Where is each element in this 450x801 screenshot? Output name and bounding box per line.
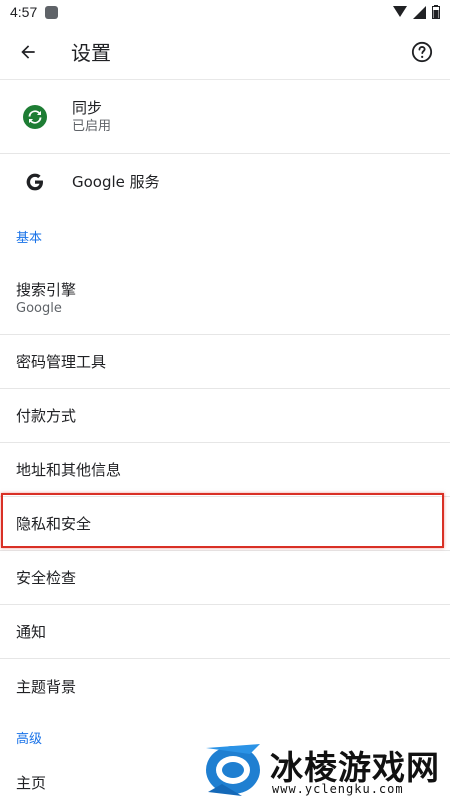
wifi-icon (413, 5, 426, 19)
help-button[interactable] (402, 32, 442, 72)
addresses-texts: 地址和其他信息 (16, 460, 121, 480)
app-bar: 设置 (0, 24, 450, 80)
google-icon-wrap (22, 169, 48, 195)
google-services-texts: Google 服务 (72, 172, 160, 192)
sync-icon (23, 105, 47, 129)
search-engine-texts: 搜索引擎 Google (16, 280, 76, 318)
sync-icon-wrap (22, 104, 48, 130)
notifications-texts: 通知 (16, 622, 46, 642)
addresses-row[interactable]: 地址和其他信息 (0, 444, 450, 497)
payment-label: 付款方式 (16, 407, 77, 425)
theme-texts: 主题背景 (16, 677, 76, 697)
section-header-advanced: 高级 (16, 732, 43, 747)
safety-check-label: 安全检查 (16, 569, 77, 587)
help-icon (411, 41, 433, 62)
notification-icon (45, 5, 59, 19)
google-icon (26, 173, 43, 191)
payment-row[interactable]: 付款方式 (0, 390, 450, 443)
section-header-basic: 基本 (16, 231, 43, 246)
page-title: 设置 (71, 41, 111, 65)
safety-check-row[interactable]: 安全检查 (0, 552, 450, 605)
status-icons (393, 5, 440, 19)
payment-texts: 付款方式 (16, 406, 76, 426)
highlight-annotation (1, 493, 444, 548)
watermark-logo-icon (206, 744, 260, 796)
sync-title: 同步 (72, 99, 103, 117)
back-button[interactable] (0, 24, 56, 80)
signal-icon (393, 6, 407, 17)
notifications-label: 通知 (16, 623, 47, 641)
status-time: 4:57 (10, 4, 38, 20)
search-engine-label: 搜索引擎 (16, 280, 77, 299)
passwords-texts: 密码管理工具 (16, 352, 106, 372)
sync-texts: 同步 已启用 (72, 98, 111, 136)
watermark-url: www.yclengku.com (272, 782, 404, 796)
passwords-row[interactable]: 密码管理工具 (0, 336, 450, 389)
theme-row[interactable]: 主题背景 (0, 660, 450, 713)
homepage-label: 主页 (16, 773, 47, 792)
site-watermark: 冰棱游戏网 www.yclengku.com (200, 738, 450, 801)
arrow-back-icon (21, 44, 35, 59)
notifications-row[interactable]: 通知 (0, 606, 450, 659)
status-bar: 4:57 (0, 0, 450, 24)
search-engine-value: Google (16, 300, 62, 316)
passwords-label: 密码管理工具 (16, 353, 107, 371)
safety-check-texts: 安全检查 (16, 568, 76, 588)
search-engine-row[interactable]: 搜索引擎 Google (0, 263, 450, 335)
google-services-label: Google 服务 (72, 173, 160, 191)
battery-icon (432, 5, 440, 19)
addresses-label: 地址和其他信息 (16, 461, 122, 479)
google-services-row[interactable]: Google 服务 (0, 155, 450, 209)
sync-row[interactable]: 同步 已启用 (0, 81, 450, 154)
sync-status: 已启用 (72, 119, 112, 134)
theme-label: 主题背景 (16, 677, 77, 696)
homepage-texts: 主页 (16, 773, 46, 793)
